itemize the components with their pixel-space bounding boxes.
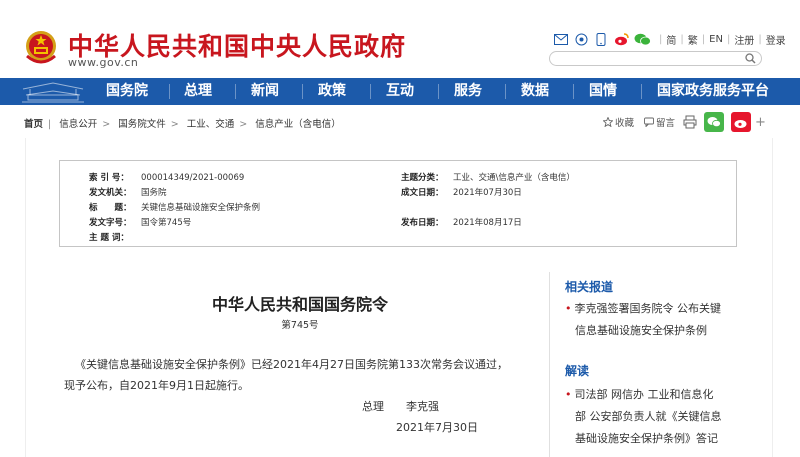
- breadcrumb-state-council-docs[interactable]: 国务院文件: [118, 119, 166, 130]
- more-share-icon[interactable]: +: [755, 115, 766, 130]
- main-nav: 国务院 总理 新闻 政策 互动 服务 数据 国情 国家政务服务平台: [0, 78, 800, 105]
- document-number: 第745号: [281, 320, 319, 331]
- breadcrumb-home[interactable]: 首页: [24, 119, 43, 130]
- link-english[interactable]: EN: [709, 34, 723, 45]
- meta-issuer: 发文机关： 国务院: [89, 188, 167, 198]
- meta-keywords: 主 题 词：: [89, 233, 129, 243]
- document-signer: 总理 李克强: [362, 400, 439, 413]
- search-icon[interactable]: [745, 53, 756, 64]
- search-box: [549, 51, 762, 66]
- print-icon[interactable]: [683, 115, 697, 129]
- nav-item-data[interactable]: 数据: [521, 78, 549, 105]
- favorite-button[interactable]: 收藏: [615, 115, 634, 129]
- national-emblem-icon: [26, 31, 56, 64]
- site-url: www.gov.cn: [68, 56, 139, 69]
- message-button[interactable]: 留言: [656, 115, 675, 129]
- document-paragraph-2: 现予公布，自2021年9月1日起施行。: [64, 379, 249, 392]
- nav-item-state-council[interactable]: 国务院: [106, 78, 148, 105]
- meta-created: 成文日期： 2021年07月30日: [401, 188, 522, 198]
- link-simplified[interactable]: 简: [666, 32, 676, 47]
- wechat-icon[interactable]: [633, 33, 651, 47]
- meta-topic: 主题分类： 工业、交通\信息产业（含电信）: [401, 173, 575, 183]
- comment-icon[interactable]: [644, 117, 654, 127]
- nav-item-gov-service-platform[interactable]: 国家政务服务平台: [657, 78, 769, 105]
- breadcrumb-info-industry[interactable]: 信息产业（含电信）: [255, 119, 341, 130]
- page: 中华人民共和国中央人民政府 www.gov.cn | 简 | 繁 | EN | …: [0, 0, 800, 457]
- nav-item-national-info[interactable]: 国情: [589, 78, 617, 105]
- meta-index: 索 引 号： 000014349/2021-00069: [89, 173, 245, 183]
- wechat-share-icon[interactable]: [704, 112, 725, 132]
- nav-item-premier[interactable]: 总理: [184, 78, 212, 105]
- breadcrumb-industry-transport[interactable]: 工业、交通: [187, 119, 235, 130]
- phone-icon[interactable]: [593, 33, 609, 47]
- document-paragraph-1: 《关键信息基础设施安全保护条例》已经2021年4月27日国务院第133次常务会议…: [75, 358, 508, 371]
- breadcrumb: 首页 | 信息公开 > 国务院文件 > 工业、交通 > 信息产业（含电信）: [24, 119, 341, 130]
- document-title: 中华人民共和国国务院令: [211, 295, 388, 314]
- interpretation-heading: 解读: [565, 364, 590, 378]
- mobile-icon[interactable]: [573, 33, 589, 47]
- mail-icon[interactable]: [553, 33, 569, 47]
- weibo-icon[interactable]: [613, 33, 629, 47]
- related-reports-heading: 相关报道: [565, 280, 614, 294]
- interpretation-link[interactable]: • 司法部 网信办 工业和信息化 部 公安部负责人就《关键信息 基础设施安全保护条…: [565, 384, 765, 450]
- search-input[interactable]: [558, 53, 738, 64]
- site-header: 中华人民共和国中央人民政府 www.gov.cn | 简 | 繁 | EN | …: [0, 0, 800, 78]
- tiananmen-icon: [22, 82, 84, 103]
- meta-title: 标 题： 关键信息基础设施安全保护条例: [89, 203, 261, 213]
- nav-item-news[interactable]: 新闻: [251, 78, 279, 105]
- meta-published: 发布日期： 2021年08月17日: [401, 218, 522, 228]
- star-icon[interactable]: [603, 117, 613, 127]
- related-report-link[interactable]: • 李克强签署国务院令 公布关键 信息基础设施安全保护条例: [565, 298, 765, 342]
- sidebar-divider: [549, 272, 550, 457]
- link-traditional[interactable]: 繁: [688, 32, 698, 47]
- nav-item-interaction[interactable]: 互动: [386, 78, 414, 105]
- link-login[interactable]: 登录: [766, 32, 786, 47]
- nav-item-policy[interactable]: 政策: [318, 78, 346, 105]
- document-date: 2021年7月30日: [396, 421, 478, 434]
- breadcrumb-info-disclosure[interactable]: 信息公开: [59, 119, 97, 130]
- nav-item-services[interactable]: 服务: [454, 78, 482, 105]
- weibo-share-icon[interactable]: [731, 112, 752, 132]
- meta-doc-number: 发文字号： 国令第745号: [89, 218, 192, 228]
- toolbar: 收藏 留言 +: [603, 112, 766, 132]
- link-register[interactable]: 注册: [734, 32, 754, 47]
- top-links: | 简 | 繁 | EN | 注册 | 登录: [553, 32, 786, 47]
